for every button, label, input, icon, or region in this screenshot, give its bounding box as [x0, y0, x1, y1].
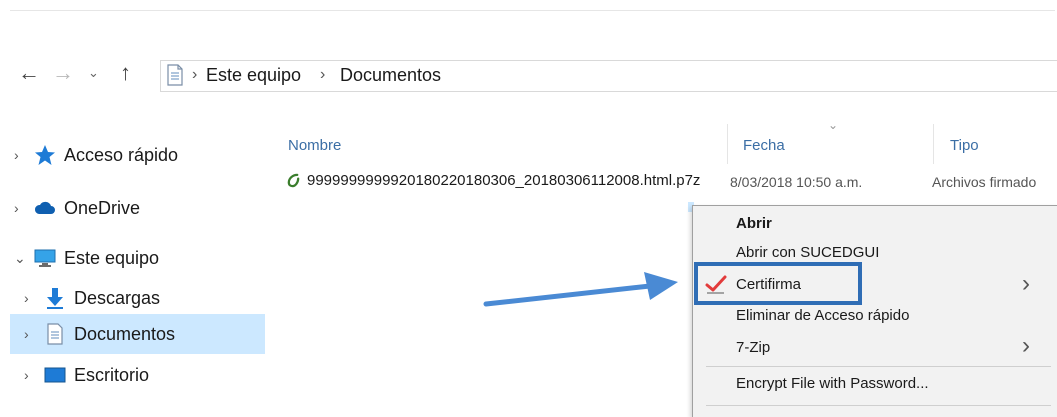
sidebar-item-descargas[interactable]: › Descargas: [24, 283, 160, 313]
up-arrow-icon[interactable]: ↑: [120, 62, 131, 84]
sidebar-item-escritorio[interactable]: › Escritorio: [24, 360, 149, 390]
sidebar-item-este-equipo[interactable]: ⌄ Este equipo: [14, 243, 159, 273]
sidebar-item-label: Acceso rápido: [64, 144, 179, 165]
highlight-box: [694, 262, 862, 305]
forward-arrow-icon[interactable]: →: [52, 62, 74, 84]
column-divider[interactable]: [727, 124, 728, 164]
submenu-arrow-icon: ›: [1022, 332, 1030, 359]
back-arrow-icon[interactable]: ←: [18, 62, 40, 84]
sidebar-item-label: Este equipo: [64, 247, 160, 268]
menu-item-7zip[interactable]: 7-Zip: [736, 339, 770, 356]
menu-item-abrir-con-sucedgui[interactable]: Abrir con SUCEDGUI: [736, 244, 879, 261]
signed-file-icon: [287, 173, 300, 188]
menu-separator: [706, 366, 1051, 367]
sidebar-item-onedrive[interactable]: › OneDrive: [14, 193, 140, 223]
chevron-right-icon[interactable]: ›: [14, 200, 34, 216]
chevron-right-icon[interactable]: ›: [14, 147, 34, 163]
column-header-date[interactable]: Fecha: [743, 137, 785, 154]
recent-locations-chevron-icon[interactable]: ⌄: [88, 66, 99, 79]
download-icon: [47, 288, 63, 309]
submenu-arrow-icon: ›: [1022, 270, 1030, 297]
file-type: Archivos firmado: [932, 174, 1037, 190]
menu-item-encrypt-file[interactable]: Encrypt File with Password...: [736, 375, 929, 392]
chevron-down-icon[interactable]: ⌄: [14, 250, 34, 267]
breadcrumb-este-equipo[interactable]: Este equipo: [206, 65, 301, 86]
sidebar-item-label: OneDrive: [64, 197, 141, 218]
sort-chevron-icon: ⌄: [828, 118, 839, 132]
document-icon: [47, 323, 63, 345]
sidebar-item-label: Documentos: [74, 323, 176, 344]
desktop-icon: [44, 367, 66, 383]
file-date: 8/03/2018 10:50 a.m.: [730, 174, 863, 190]
menu-separator: [706, 405, 1051, 406]
chevron-right-icon[interactable]: ›: [24, 367, 44, 383]
sidebar-item-documentos[interactable]: › Documentos: [24, 319, 175, 349]
document-icon: [167, 64, 183, 86]
breadcrumb-separator: ›: [192, 66, 198, 83]
sidebar-item-label: Descargas: [74, 287, 161, 308]
top-divider: [10, 10, 1055, 11]
star-icon: [35, 145, 55, 165]
column-header-name[interactable]: Nombre: [288, 137, 341, 154]
menu-item-eliminar-acceso-rapido[interactable]: Eliminar de Acceso rápido: [736, 307, 909, 324]
pointer-arrow-icon: [483, 272, 678, 307]
breadcrumb-documentos[interactable]: Documentos: [340, 65, 441, 86]
chevron-right-icon[interactable]: ›: [24, 290, 44, 306]
computer-icon: [34, 249, 56, 267]
file-row[interactable]: 9999999999920180220180306_20180306112008…: [286, 172, 700, 189]
sidebar-item-label: Escritorio: [74, 364, 150, 385]
breadcrumb-separator: ›: [320, 66, 326, 83]
chevron-right-icon[interactable]: ›: [24, 326, 44, 342]
menu-item-abrir[interactable]: Abrir: [736, 215, 772, 232]
column-header-type[interactable]: Tipo: [950, 137, 979, 154]
file-name: 9999999999920180220180306_20180306112008…: [307, 172, 701, 189]
sidebar-item-acceso-rapido[interactable]: › Acceso rápido: [14, 140, 178, 170]
cloud-icon: [34, 201, 55, 214]
column-divider[interactable]: [933, 124, 934, 164]
